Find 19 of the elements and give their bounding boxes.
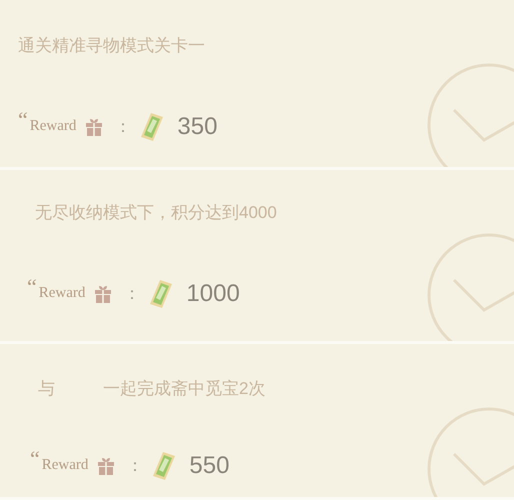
reward-amount: 1000 <box>186 278 240 308</box>
quote-mark: “ <box>27 276 37 298</box>
task-description: 通关精准寻物模式关卡一 <box>18 35 205 57</box>
reward-amount: 550 <box>189 450 230 480</box>
quote-mark: “ <box>18 108 28 130</box>
gift-icon <box>84 116 104 136</box>
colon: ： <box>123 282 140 305</box>
task-description: 无尽收纳模式下，积分达到4000 <box>35 202 277 224</box>
reward-label: Reward <box>38 284 86 304</box>
colon: ： <box>114 116 132 138</box>
task-description: 一起完成斋中觅宝2次 <box>103 378 266 400</box>
task-description: 与 <box>38 378 55 400</box>
gift-icon <box>93 284 114 304</box>
reward-label: Reward <box>30 117 76 136</box>
colon: ： <box>126 454 144 477</box>
gift-icon <box>96 456 116 476</box>
reward-label: Reward <box>42 456 88 476</box>
quote-mark: “ <box>30 448 40 470</box>
reward-amount: 350 <box>177 112 218 142</box>
